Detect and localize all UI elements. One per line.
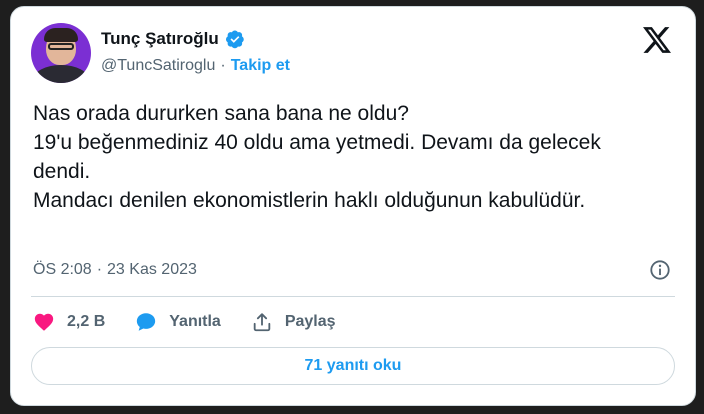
author-name[interactable]: Tunç Şatıroğlu <box>101 29 219 49</box>
heart-icon <box>34 313 54 331</box>
share-button[interactable]: Paylaş <box>251 311 336 333</box>
avatar-hair <box>44 28 78 42</box>
tweet-timestamp[interactable]: ÖS 2:08 · 23 Kas 2023 <box>33 261 197 279</box>
share-label: Paylaş <box>284 313 336 330</box>
share-upload-icon <box>253 313 271 332</box>
divider <box>31 296 675 297</box>
verified-badge-icon <box>225 30 244 49</box>
speech-bubble-icon <box>137 313 156 331</box>
info-icon[interactable] <box>649 259 671 281</box>
tweet-text: Nas orada dururken sana bana ne oldu? 19… <box>33 99 663 215</box>
tweet-date: 23 Kas 2023 <box>107 261 197 278</box>
tweet-line: 19'u beğenmediniz 40 oldu ama yetmedi. D… <box>33 131 601 183</box>
x-logo-icon[interactable] <box>643 27 671 53</box>
author-handle[interactable]: @TuncSatiroglu <box>101 57 215 75</box>
tweet-line: Nas orada dururken sana bana ne oldu? <box>33 102 409 125</box>
tweet-card: Tunç Şatıroğlu @TuncSatiroglu · Takip et… <box>10 6 696 406</box>
like-count: 2,2 B <box>67 313 106 330</box>
reply-label: Yanıtla <box>169 313 221 330</box>
timestamp-separator: · <box>96 261 103 278</box>
author-handle-row: @TuncSatiroglu · Takip et <box>101 57 290 75</box>
reply-button[interactable]: Yanıtla <box>135 311 221 333</box>
author-name-row: Tunç Şatıroğlu <box>101 29 245 49</box>
tweet-line: Mandacı denilen ekonomistlerin haklı old… <box>33 189 586 212</box>
action-bar: 2,2 B Yanıtla Paylaş <box>33 311 366 333</box>
like-button[interactable]: 2,2 B <box>33 311 105 333</box>
tweet-time: ÖS 2:08 <box>33 261 92 278</box>
follow-link[interactable]: Takip et <box>231 57 290 75</box>
handle-separator: · <box>220 57 226 74</box>
avatar[interactable] <box>31 23 91 83</box>
avatar-body <box>33 65 89 83</box>
avatar-glasses <box>48 43 74 50</box>
read-replies-button[interactable]: 71 yanıtı oku <box>31 347 675 385</box>
